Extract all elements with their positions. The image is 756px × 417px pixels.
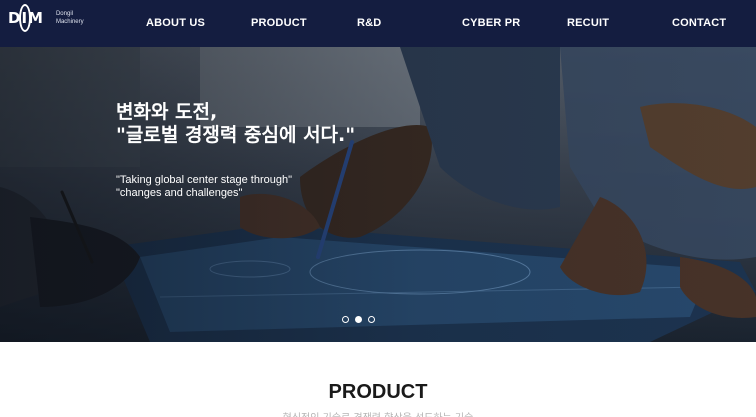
nav-item-product[interactable]: PRODUCT: [251, 17, 307, 29]
nav-item-rnd[interactable]: R&D: [357, 17, 381, 29]
section-subtitle: 혁신적인 기술로 경쟁력 향상을 선도하는 기술: [0, 409, 756, 417]
nav-item-cyber-pr[interactable]: CYBER PR: [462, 17, 520, 29]
hero-slider: 변화와 도전, "글로벌 경쟁력 중심에 서다." "Taking global…: [0, 47, 756, 342]
nav-item-contact[interactable]: CONTACT: [672, 17, 726, 29]
nav-item-recruit[interactable]: RECUIT: [567, 17, 609, 29]
hero-subtitle: "Taking global center stage through" "ch…: [116, 174, 292, 200]
hero-subtitle-line2: "changes and challenges": [116, 187, 243, 199]
logo-text-line1: Dongil: [55, 11, 73, 17]
logo-ring-icon: [19, 4, 31, 32]
logo-text-line2: Machinery: [55, 19, 84, 25]
logo-text: Dongil Machinery: [56, 10, 84, 26]
hero-headline-line2: "글로벌 경쟁력 중심에 서다.": [116, 124, 356, 146]
slider-pagination: [342, 316, 375, 323]
top-navbar: DIM Dongil Machinery ABOUT US PRODUCT R&…: [0, 0, 756, 47]
section-title: PRODUCT: [328, 381, 428, 403]
company-logo[interactable]: DIM Dongil Machinery: [6, 4, 84, 32]
slider-dot-2[interactable]: [355, 316, 362, 323]
slider-dot-1[interactable]: [342, 316, 349, 323]
hero-headline: 변화와 도전, "글로벌 경쟁력 중심에 서다.": [116, 101, 355, 147]
hero-headline-line1: 변화와 도전,: [116, 101, 218, 123]
hero-subtitle-line1: "Taking global center stage through": [116, 174, 292, 186]
hero-dim-overlay: [0, 47, 756, 342]
nav-item-about-us[interactable]: ABOUT US: [146, 17, 205, 29]
slider-dot-3[interactable]: [368, 316, 375, 323]
